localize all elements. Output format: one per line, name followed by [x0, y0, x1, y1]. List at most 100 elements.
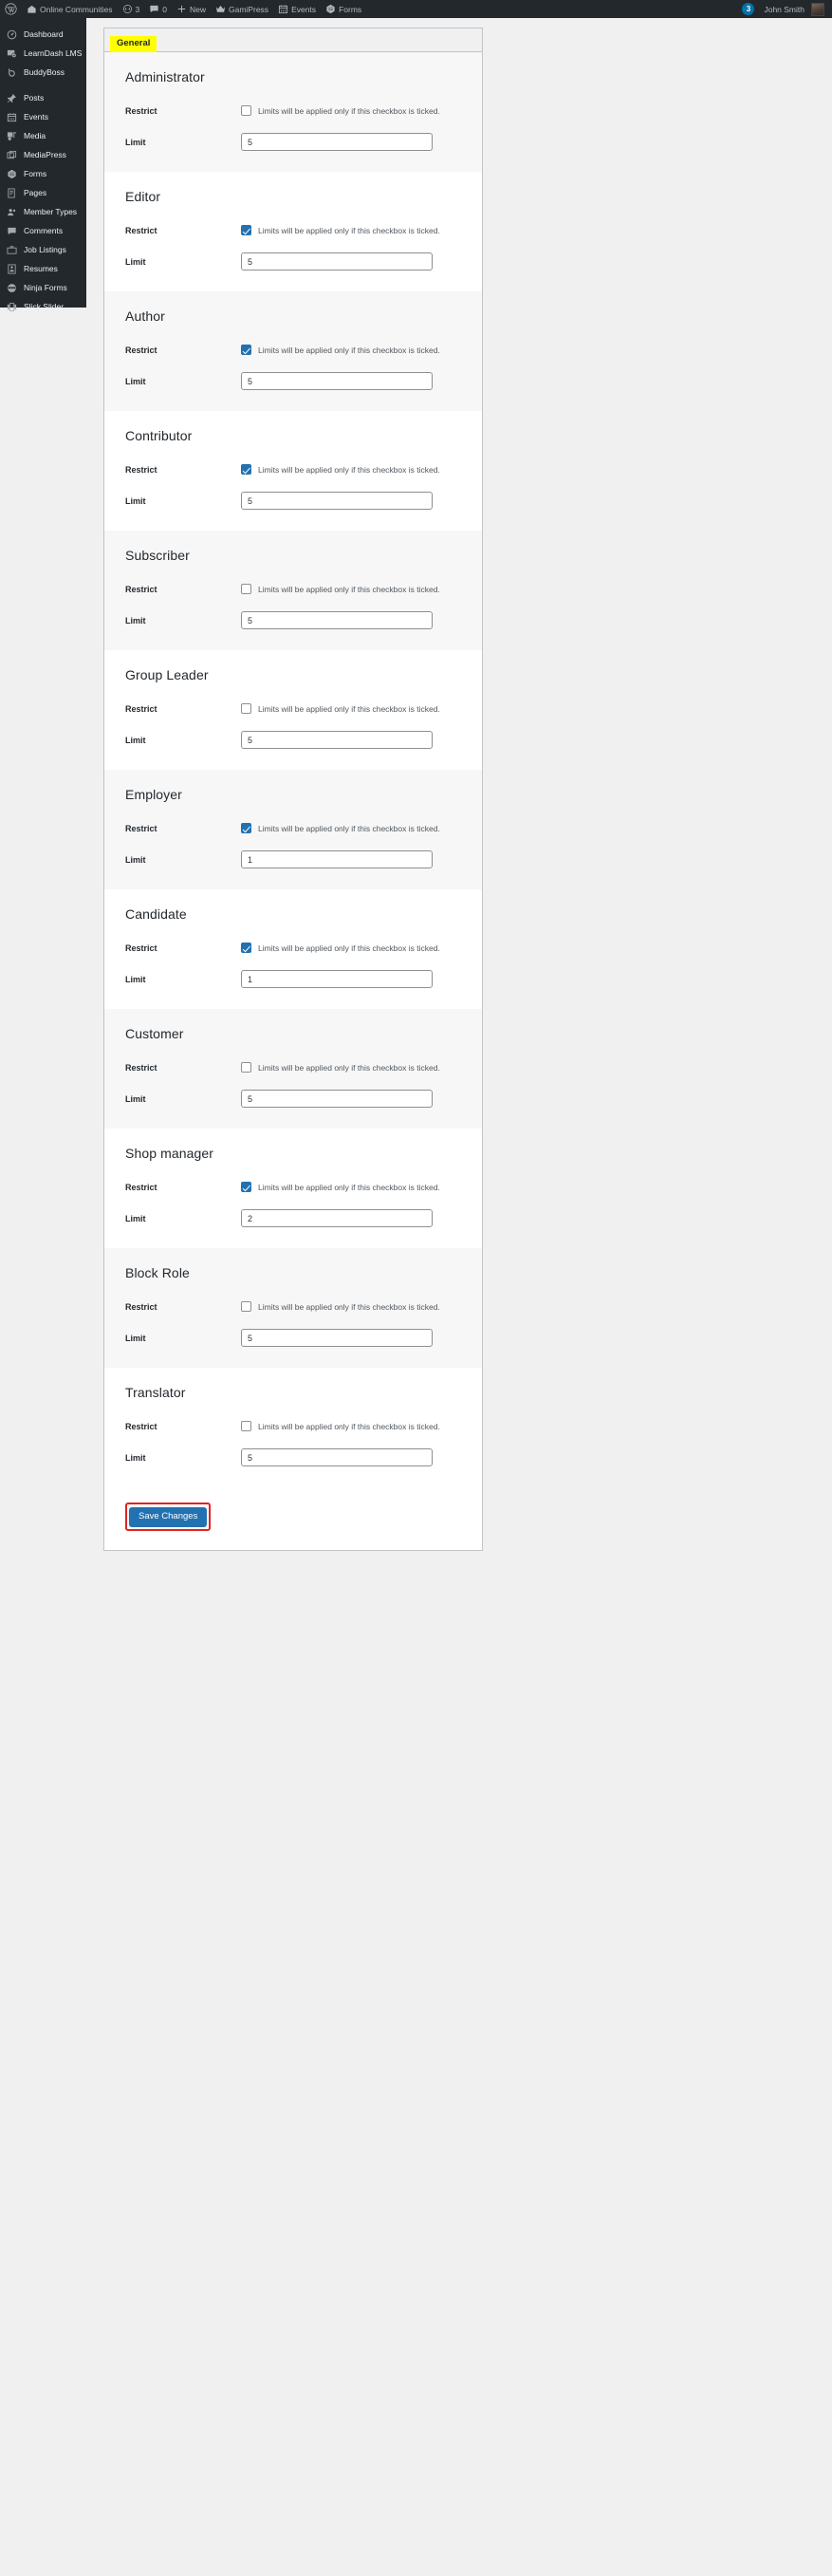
limit-label: Limit	[125, 975, 241, 984]
forms-button[interactable]: Forms	[321, 0, 366, 18]
sidebar-item-events[interactable]: Events	[0, 107, 86, 126]
new-content-label: New	[190, 5, 206, 14]
sidebar-item-pages[interactable]: Pages	[0, 183, 86, 202]
sidebar-item-posts[interactable]: Posts	[0, 88, 86, 107]
restrict-checkbox[interactable]	[241, 1062, 251, 1073]
restrict-help-text: Limits will be applied only if this chec…	[258, 943, 440, 953]
limit-input[interactable]: 2	[241, 1209, 433, 1227]
limit-input[interactable]: 5	[241, 492, 433, 510]
limit-label: Limit	[125, 616, 241, 625]
site-name-button[interactable]: Online Communities	[22, 0, 118, 18]
wordpress-logo-button[interactable]	[0, 0, 22, 18]
restrict-help-text: Limits will be applied only if this chec…	[258, 1422, 440, 1431]
sidebar-item-resumes[interactable]: Resumes	[0, 259, 86, 278]
restrict-checkbox[interactable]	[241, 345, 251, 355]
limit-input[interactable]: 1	[241, 850, 433, 868]
tab-general[interactable]: General	[110, 36, 157, 52]
restrict-checkbox[interactable]	[241, 464, 251, 475]
gamipress-button[interactable]: GamiPress	[211, 0, 273, 18]
sidebar-item-ninja-forms[interactable]: Ninja Forms	[0, 278, 86, 297]
restrict-label: Restrict	[125, 1183, 241, 1192]
restrict-checkbox[interactable]	[241, 703, 251, 714]
restrict-row: Restrict Limits will be applied only if …	[125, 105, 461, 116]
save-changes-button[interactable]: Save Changes	[129, 1507, 207, 1527]
sidebar-label: LearnDash LMS	[24, 49, 82, 58]
role-title: Administrator	[125, 69, 461, 84]
role-section-editor: Editor Restrict Limits will be applied o…	[104, 172, 482, 291]
sidebar-item-buddyboss[interactable]: BuddyBoss	[0, 63, 86, 82]
limit-input[interactable]: 5	[241, 731, 433, 749]
updates-button[interactable]: 3	[118, 0, 145, 18]
ninja-forms-icon	[6, 282, 18, 294]
sidebar-item-media[interactable]: Media	[0, 126, 86, 145]
sidebar-top-spacer	[0, 18, 86, 25]
restrict-label: Restrict	[125, 345, 241, 355]
role-section-employer: Employer Restrict Limits will be applied…	[104, 770, 482, 889]
sidebar-label: Dashboard	[24, 30, 64, 39]
limit-label: Limit	[125, 257, 241, 267]
limit-row: Limit 5	[125, 1448, 461, 1466]
limit-input[interactable]: 5	[241, 372, 433, 390]
restrict-row: Restrict Limits will be applied only if …	[125, 1182, 461, 1192]
restrict-checkbox[interactable]	[241, 584, 251, 594]
sidebar-item-comments[interactable]: Comments	[0, 221, 86, 240]
new-content-button[interactable]: New	[172, 0, 211, 18]
restrict-label: Restrict	[125, 824, 241, 833]
role-title: Customer	[125, 1026, 461, 1041]
sidebar-label: Resumes	[24, 265, 58, 273]
limit-input[interactable]: 5	[241, 611, 433, 629]
site-name-label: Online Communities	[40, 5, 113, 14]
resumes-icon	[6, 263, 18, 275]
limit-label: Limit	[125, 138, 241, 147]
restrict-row: Restrict Limits will be applied only if …	[125, 703, 461, 714]
restrict-checkbox[interactable]	[241, 1421, 251, 1431]
crown-icon	[215, 4, 226, 14]
limit-input[interactable]: 5	[241, 1090, 433, 1108]
posts-icon	[6, 92, 18, 104]
sidebar-label: MediaPress	[24, 151, 66, 159]
sidebar-item-learndash-lms[interactable]: LearnDash LMS	[0, 44, 86, 63]
role-section-shop-manager: Shop manager Restrict Limits will be app…	[104, 1129, 482, 1248]
limit-input[interactable]: 5	[241, 1329, 433, 1347]
restrict-checkbox[interactable]	[241, 1301, 251, 1312]
restrict-checkbox[interactable]	[241, 823, 251, 833]
job-listings-icon	[6, 244, 18, 256]
role-title: Candidate	[125, 906, 461, 922]
limit-input[interactable]: 5	[241, 133, 433, 151]
restrict-checkbox[interactable]	[241, 943, 251, 953]
limit-label: Limit	[125, 855, 241, 865]
restrict-help-text: Limits will be applied only if this chec…	[258, 1302, 440, 1312]
sidebar-item-job-listings[interactable]: Job Listings	[0, 240, 86, 259]
limit-input[interactable]: 1	[241, 970, 433, 988]
limit-input[interactable]: 5	[241, 252, 433, 271]
restrict-label: Restrict	[125, 704, 241, 714]
gamipress-label: GamiPress	[229, 5, 268, 14]
pages-icon	[6, 187, 18, 199]
comments-button[interactable]: 0	[144, 0, 172, 18]
limit-label: Limit	[125, 1334, 241, 1343]
restrict-help-text: Limits will be applied only if this chec…	[258, 1063, 440, 1073]
tab-bar: General	[103, 28, 483, 51]
restrict-checkbox[interactable]	[241, 105, 251, 116]
restrict-checkbox[interactable]	[241, 1182, 251, 1192]
plus-icon	[176, 4, 187, 14]
sidebar-item-dashboard[interactable]: Dashboard	[0, 25, 86, 44]
account-menu[interactable]: John Smith	[759, 0, 832, 18]
role-title: Editor	[125, 189, 461, 204]
sidebar-item-forms[interactable]: Forms	[0, 164, 86, 183]
comments-icon	[6, 225, 18, 237]
sidebar-item-mediapress[interactable]: MediaPress	[0, 145, 86, 164]
events-button[interactable]: Events	[273, 0, 321, 18]
wordpress-logo-icon	[5, 3, 17, 15]
mediapress-icon	[6, 149, 18, 161]
notifications-button[interactable]: 3	[737, 0, 759, 18]
sidebar-item-slick-slider[interactable]: Slick Slider	[0, 297, 86, 316]
limit-row: Limit 5	[125, 1329, 461, 1347]
restrict-row: Restrict Limits will be applied only if …	[125, 225, 461, 235]
restrict-help-text: Limits will be applied only if this chec…	[258, 345, 440, 355]
sidebar-item-member-types[interactable]: Member Types	[0, 202, 86, 221]
restrict-row: Restrict Limits will be applied only if …	[125, 943, 461, 953]
limit-label: Limit	[125, 377, 241, 386]
restrict-checkbox[interactable]	[241, 225, 251, 235]
limit-input[interactable]: 5	[241, 1448, 433, 1466]
